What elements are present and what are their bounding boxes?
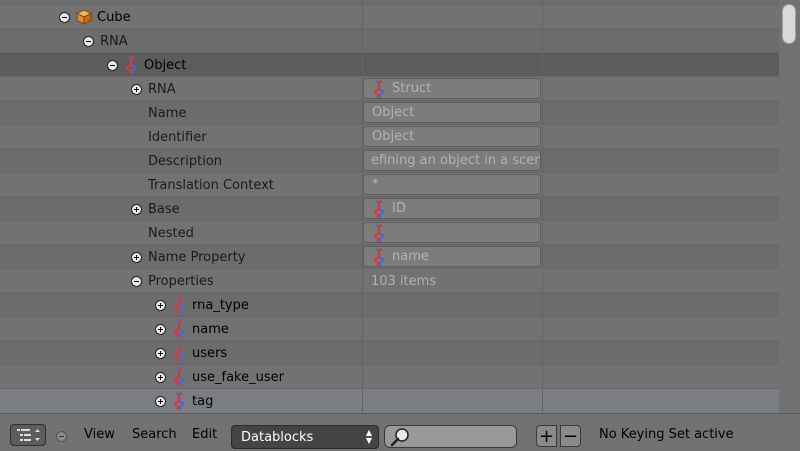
rna-icon [173,296,185,314]
value-field[interactable]: * [363,174,541,195]
tree-row-label: Object [144,57,187,73]
rna-icon [373,223,385,242]
expand-icon[interactable] [131,203,142,215]
tree-row-label: Translation Context [148,177,274,193]
plus-icon: + [538,425,555,447]
keying-set-status: No Keying Set active [599,427,734,442]
tree-row-users[interactable]: users [0,341,779,365]
tree-row-label: Base [148,201,180,217]
scrollbar-thumb[interactable] [782,4,796,44]
tree-row-tag[interactable]: tag [0,389,779,413]
tree-row-rna-property[interactable]: RNA Struct [0,77,779,101]
tree-row-label: name [192,321,229,337]
search-input[interactable] [384,425,517,448]
rna-icon [173,392,185,410]
value-text: efining an object in a scene [371,153,541,168]
editor-type-button[interactable] [10,424,46,446]
tree-row-cube[interactable]: Cube [0,5,779,29]
collapse-icon[interactable] [107,59,118,71]
menu-edit[interactable]: Edit [192,427,217,442]
display-mode-value: Datablocks [241,429,314,445]
cube-icon [76,9,92,25]
tree-row-name[interactable]: Name Object [0,101,779,125]
tree-row-label: RNA [100,33,128,49]
rna-icon [173,368,185,386]
tree-row-properties[interactable]: Properties 103 items [0,269,779,293]
column-divider [362,0,363,413]
remove-keying-set-button[interactable]: − [560,425,581,447]
tree-row-label: Cube [97,9,131,25]
tree-row-label: Name Property [148,249,246,265]
value-text: ID [392,201,406,216]
tree-row-label: Identifier [148,129,207,145]
rna-icon [373,79,385,98]
tree-row-label: rna_type [192,297,249,313]
value-text: * [372,177,379,192]
expand-icon[interactable] [155,371,166,383]
outliner-tree: Cube RNA Object RNA Struct Name Object I… [0,0,779,413]
search-icon [390,428,409,447]
menu-view[interactable]: View [84,427,115,442]
outliner-icon [17,429,40,441]
expand-icon[interactable] [155,299,166,311]
collapse-icon[interactable] [59,11,70,23]
tree-row-translation-context[interactable]: Translation Context * [0,173,779,197]
chevron-up-down-icon: ▲ ▼ [365,428,372,445]
tree-row-nested[interactable]: Nested [0,221,779,245]
tree-row-label: Properties [148,273,214,289]
item-count: 103 items [371,273,437,289]
vertical-scrollbar[interactable] [779,0,800,413]
tree-row-description[interactable]: Description efining an object in a scene [0,149,779,173]
tree-row-label: RNA [148,81,176,97]
rna-icon [373,247,385,266]
collapse-menus-icon[interactable] [56,431,67,442]
tree-row-use-fake-user[interactable]: use_fake_user [0,365,779,389]
expand-icon[interactable] [131,83,142,95]
rna-icon [173,344,185,362]
value-field[interactable] [363,222,541,243]
value-text: Object [372,129,415,144]
value-field[interactable]: Object [363,102,541,123]
expand-icon[interactable] [155,395,166,407]
value-text: Struct [392,81,432,96]
collapse-icon[interactable] [83,35,94,47]
value-field[interactable]: name [363,246,541,267]
tree-row-label: tag [192,393,214,409]
menu-search[interactable]: Search [132,427,177,442]
outliner-header: View Search Edit Datablocks ▲ ▼ + − No Ke… [0,413,800,451]
add-keying-set-button[interactable]: + [536,425,557,447]
tree-row-name-property[interactable]: Name Property name [0,245,779,269]
tree-row-partial [0,0,779,5]
expand-icon[interactable] [131,251,142,263]
value-text: Object [372,105,415,120]
value-field[interactable]: efining an object in a scene [363,150,541,171]
tree-row-name-prop[interactable]: name [0,317,779,341]
rna-icon [373,199,385,218]
rna-icon [173,320,185,338]
minus-icon: − [562,425,579,447]
tree-row-rna[interactable]: RNA [0,29,779,53]
value-text: name [392,249,429,264]
tree-row-identifier[interactable]: Identifier Object [0,125,779,149]
tree-row-rna-type[interactable]: rna_type [0,293,779,317]
value-field[interactable]: Object [363,126,541,147]
collapse-icon[interactable] [131,275,142,287]
tree-row-label: Description [148,153,223,169]
column-divider [542,0,543,413]
tree-row-label: Nested [148,225,194,241]
expand-icon[interactable] [155,347,166,359]
rna-icon [125,56,137,74]
tree-row-object[interactable]: Object [0,53,779,77]
value-field[interactable]: Struct [363,78,541,99]
tree-row-label: use_fake_user [192,369,284,385]
display-mode-dropdown[interactable]: Datablocks ▲ ▼ [231,425,379,449]
expand-icon[interactable] [155,323,166,335]
tree-row-label: users [192,345,228,361]
tree-row-base[interactable]: Base ID [0,197,779,221]
tree-row-label: Name [148,105,187,121]
value-field[interactable]: ID [363,198,541,219]
